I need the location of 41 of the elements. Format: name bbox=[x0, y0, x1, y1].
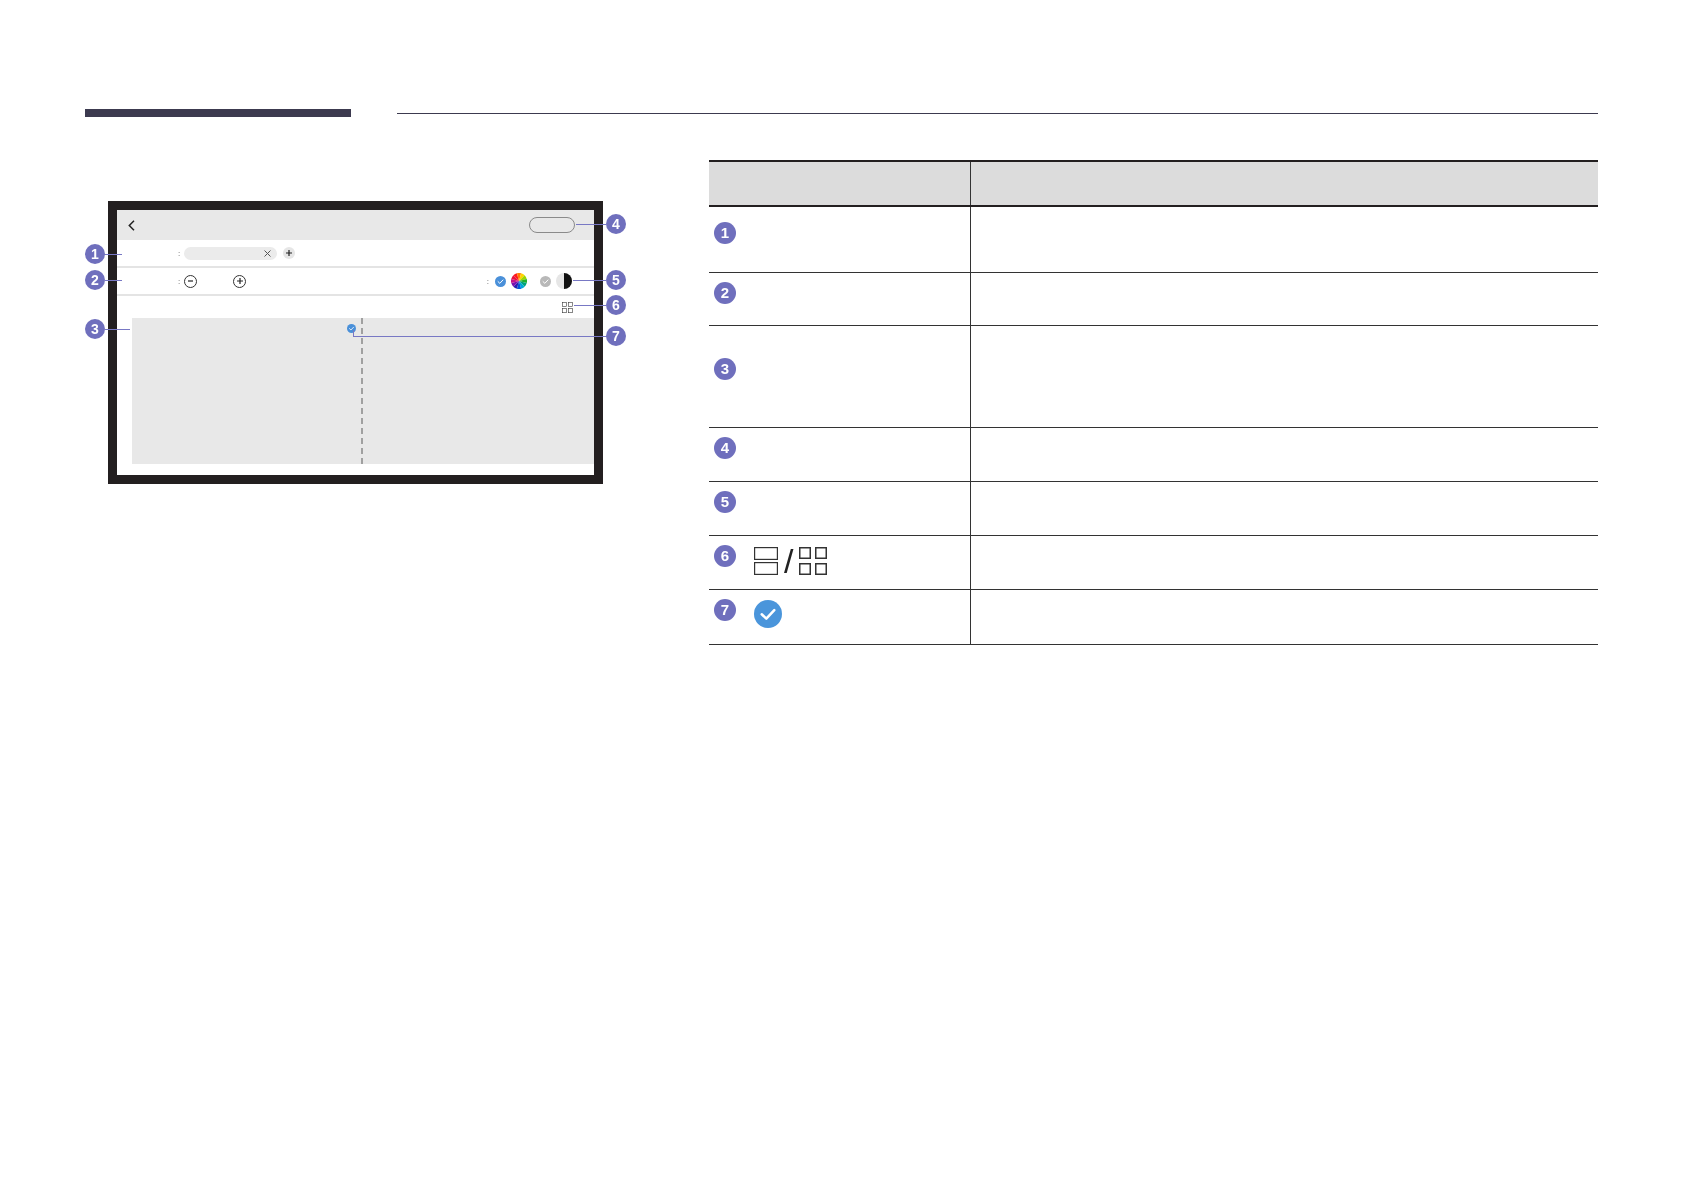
callout-number: 2 bbox=[714, 282, 736, 304]
leader-line bbox=[573, 280, 606, 281]
stacked-rows-icon bbox=[754, 547, 778, 575]
callout-number: 4 bbox=[714, 437, 736, 459]
callout-number: 5 bbox=[714, 491, 736, 513]
leader-line bbox=[576, 224, 606, 225]
plus-icon bbox=[286, 250, 293, 256]
callout-number: 1 bbox=[714, 222, 736, 244]
colon-text: : bbox=[486, 276, 489, 286]
callout-number: 3 bbox=[714, 358, 736, 380]
callout-number: 5 bbox=[606, 270, 626, 290]
callout-number: 3 bbox=[85, 319, 105, 339]
callout-number: 2 bbox=[85, 270, 105, 290]
grid-icon[interactable] bbox=[799, 547, 828, 575]
minus-icon bbox=[188, 280, 194, 282]
color-wheel-icon[interactable] bbox=[511, 273, 527, 289]
check-icon bbox=[347, 324, 356, 333]
callout-number: 6 bbox=[714, 545, 736, 567]
check-icon[interactable] bbox=[495, 275, 506, 287]
close-icon[interactable] bbox=[264, 249, 272, 257]
back-icon[interactable] bbox=[128, 219, 135, 231]
colon-text: : bbox=[178, 248, 181, 258]
callout-number: 4 bbox=[606, 214, 626, 234]
colon-text: : bbox=[178, 276, 181, 286]
plus-icon bbox=[236, 278, 243, 284]
grid-icon[interactable] bbox=[562, 301, 573, 313]
leader-line bbox=[574, 305, 606, 306]
leader-line bbox=[105, 329, 130, 330]
callout-number: 1 bbox=[85, 244, 105, 264]
minus-button[interactable] bbox=[184, 274, 198, 288]
leader-line bbox=[105, 254, 122, 255]
callout-number: 7 bbox=[606, 326, 626, 346]
leader-line bbox=[105, 280, 122, 281]
check-icon[interactable] bbox=[540, 275, 551, 287]
check-icon bbox=[754, 600, 782, 628]
callout-number: 6 bbox=[606, 295, 626, 315]
slash-separator: / bbox=[784, 546, 794, 576]
callout-number: 7 bbox=[714, 599, 736, 621]
plus-button[interactable] bbox=[233, 274, 247, 288]
half-filled-circle-icon[interactable] bbox=[556, 273, 572, 289]
add-button[interactable] bbox=[283, 247, 296, 259]
